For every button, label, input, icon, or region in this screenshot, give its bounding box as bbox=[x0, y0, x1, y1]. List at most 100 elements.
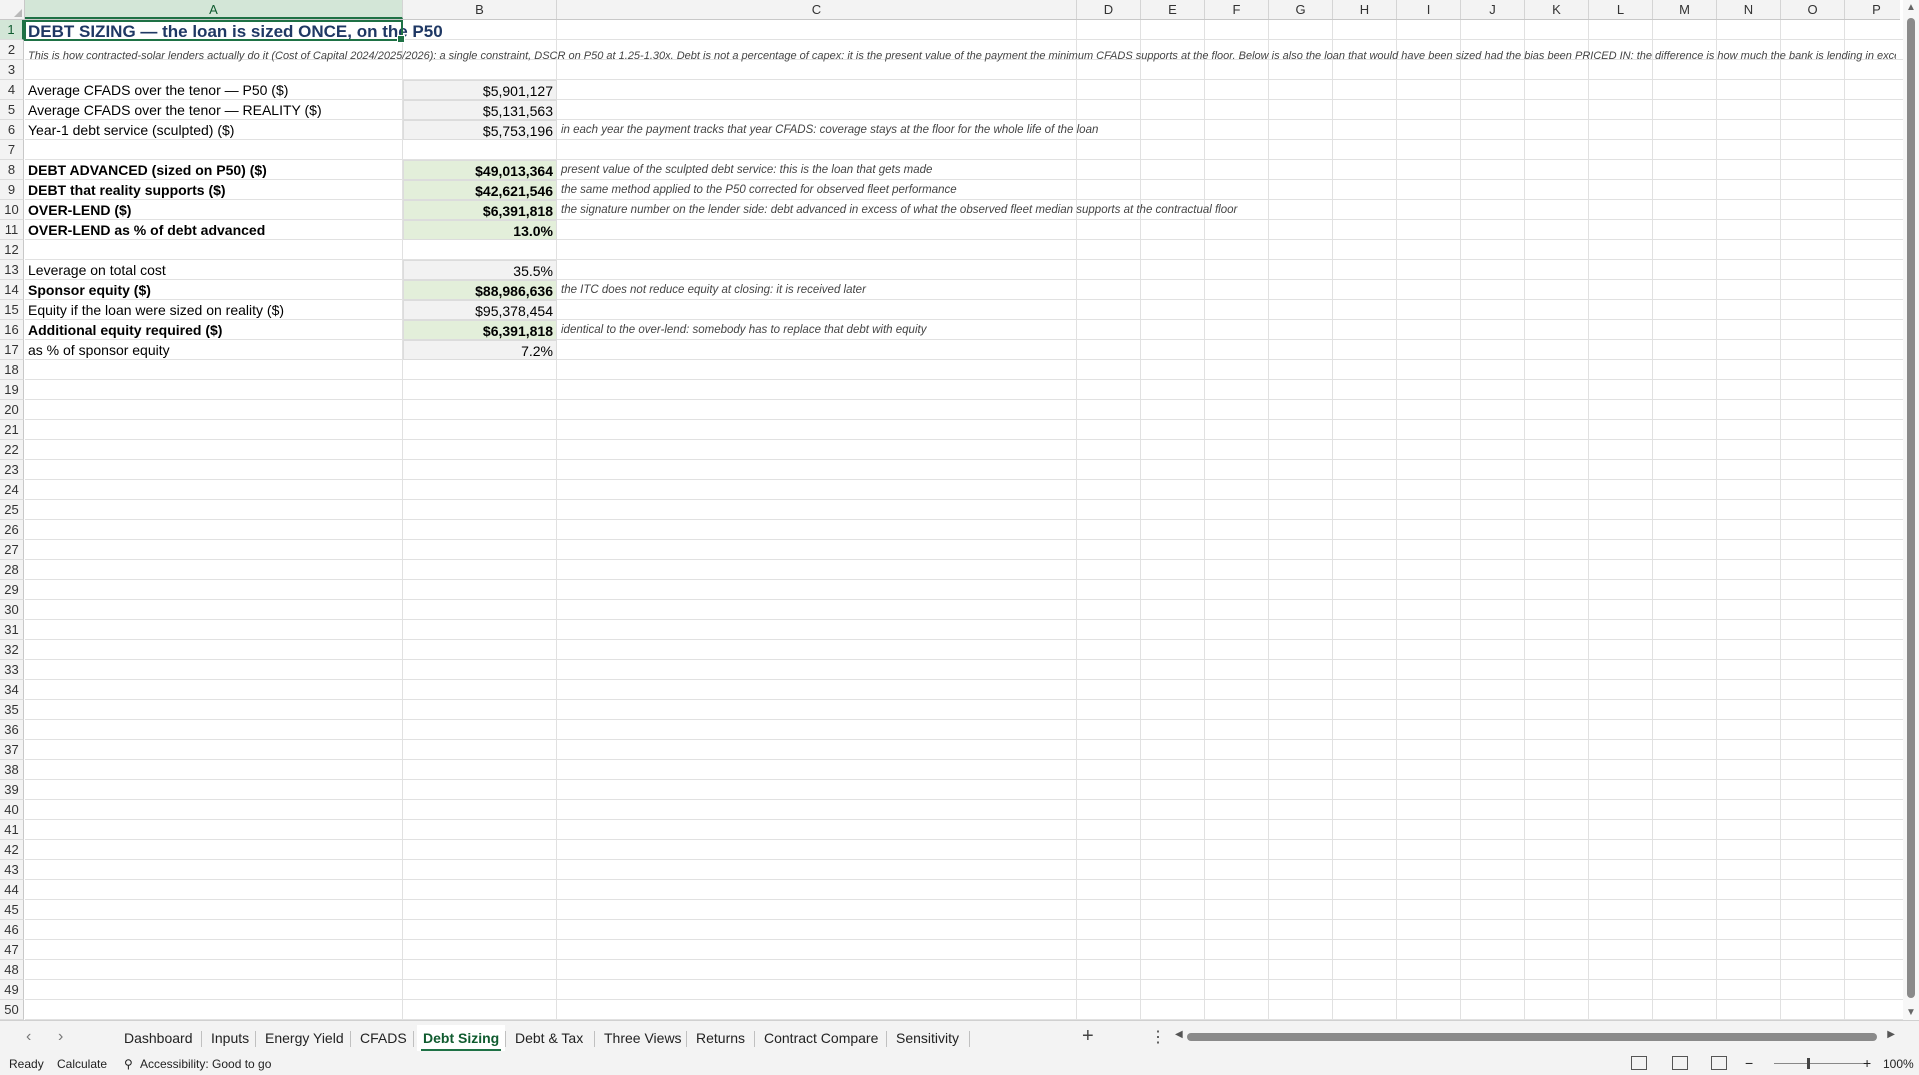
row-header-13[interactable]: 13 bbox=[0, 260, 24, 280]
row-header-18[interactable]: 18 bbox=[0, 360, 24, 380]
row-header-24[interactable]: 24 bbox=[0, 480, 24, 500]
scroll-left-icon[interactable]: ◀ bbox=[1175, 1029, 1183, 1040]
spreadsheet-area[interactable]: ABCDEFGHIJKLMNOP 1 2 3 4 5 6 7 8 9 10 11 12 13 14 15 16… bbox=[0, 0, 1919, 1020]
row-value[interactable]: $5,901,127 bbox=[403, 80, 557, 100]
row-header-22[interactable]: 22 bbox=[0, 440, 24, 460]
page-break-view-icon[interactable] bbox=[1711, 1056, 1727, 1070]
status-calculate[interactable]: Calculate bbox=[57, 1057, 107, 1071]
vertical-scroll-thumb[interactable] bbox=[1907, 18, 1915, 998]
row-header-33[interactable]: 33 bbox=[0, 660, 24, 680]
row-value[interactable]: 13.0% bbox=[403, 220, 557, 240]
row-note[interactable]: the ITC does not reduce equity at closin… bbox=[559, 280, 868, 300]
row-header-5[interactable]: 5 bbox=[0, 100, 24, 120]
row-note[interactable]: in each year the payment tracks that yea… bbox=[559, 120, 1100, 140]
row-value[interactable]: $95,378,454 bbox=[403, 300, 557, 320]
row-header-46[interactable]: 46 bbox=[0, 920, 24, 940]
row-label[interactable]: OVER-LEND as % of debt advanced bbox=[26, 220, 267, 240]
row-header-42[interactable]: 42 bbox=[0, 840, 24, 860]
sheet-tab-dashboard[interactable]: Dashboard bbox=[118, 1025, 199, 1051]
column-header-k[interactable]: K bbox=[1525, 0, 1589, 19]
row-note[interactable]: the same method applied to the P50 corre… bbox=[559, 180, 959, 200]
sheet-tab-debt-sizing[interactable]: Debt Sizing bbox=[417, 1025, 506, 1051]
column-header-n[interactable]: N bbox=[1717, 0, 1781, 19]
zoom-slider-track[interactable] bbox=[1774, 1063, 1864, 1064]
row-label[interactable]: Average CFADS over the tenor — P50 ($) bbox=[26, 80, 290, 100]
row-note[interactable]: identical to the over-lend: somebody has… bbox=[559, 320, 928, 340]
row-header-8[interactable]: 8 bbox=[0, 160, 24, 180]
column-header-f[interactable]: F bbox=[1205, 0, 1269, 19]
column-header-b[interactable]: B bbox=[403, 0, 557, 19]
normal-view-icon[interactable] bbox=[1631, 1056, 1647, 1070]
column-header-d[interactable]: D bbox=[1077, 0, 1141, 19]
row-header-41[interactable]: 41 bbox=[0, 820, 24, 840]
row-header-1[interactable]: 1 bbox=[0, 20, 24, 40]
column-header-m[interactable]: M bbox=[1653, 0, 1717, 19]
zoom-out-icon[interactable]: − bbox=[1745, 1055, 1753, 1071]
prev-sheet-icon[interactable]: ‹ bbox=[26, 1028, 31, 1046]
column-header-j[interactable]: J bbox=[1461, 0, 1525, 19]
row-header-16[interactable]: 16 bbox=[0, 320, 24, 340]
column-header-o[interactable]: O bbox=[1781, 0, 1845, 19]
row-label[interactable]: Additional equity required ($) bbox=[26, 320, 224, 340]
row-header-35[interactable]: 35 bbox=[0, 700, 24, 720]
horizontal-scrollbar[interactable]: ◀ ▶ bbox=[1175, 1029, 1895, 1042]
scroll-up-icon[interactable]: ▲ bbox=[1906, 2, 1916, 13]
zoom-slider-thumb[interactable] bbox=[1807, 1058, 1810, 1069]
row-note[interactable]: the signature number on the lender side:… bbox=[559, 200, 1239, 220]
sheet-tab-sensitivity[interactable]: Sensitivity bbox=[890, 1025, 965, 1051]
row-value[interactable]: $5,753,196 bbox=[403, 120, 557, 140]
column-header-c[interactable]: C bbox=[557, 0, 1077, 19]
row-header-19[interactable]: 19 bbox=[0, 380, 24, 400]
next-sheet-icon[interactable]: › bbox=[58, 1028, 63, 1046]
row-header-4[interactable]: 4 bbox=[0, 80, 24, 100]
row-header-43[interactable]: 43 bbox=[0, 860, 24, 880]
column-header-l[interactable]: L bbox=[1589, 0, 1653, 19]
row-header-12[interactable]: 12 bbox=[0, 240, 24, 260]
row-header-27[interactable]: 27 bbox=[0, 540, 24, 560]
row-header-28[interactable]: 28 bbox=[0, 560, 24, 580]
row-header-2[interactable]: 2 bbox=[0, 40, 24, 60]
row-header-29[interactable]: 29 bbox=[0, 580, 24, 600]
row-value[interactable]: $42,621,546 bbox=[403, 180, 557, 200]
row-header-15[interactable]: 15 bbox=[0, 300, 24, 320]
row-header-31[interactable]: 31 bbox=[0, 620, 24, 640]
sheet-tab-three-views[interactable]: Three Views bbox=[598, 1025, 688, 1051]
sheet-tab-contract-compare[interactable]: Contract Compare bbox=[758, 1025, 884, 1051]
sheet-tab-energy-yield[interactable]: Energy Yield bbox=[259, 1025, 350, 1051]
row-header-23[interactable]: 23 bbox=[0, 460, 24, 480]
zoom-in-icon[interactable]: + bbox=[1863, 1055, 1871, 1071]
row-value[interactable]: $6,391,818 bbox=[403, 320, 557, 340]
row-header-40[interactable]: 40 bbox=[0, 800, 24, 820]
column-header-h[interactable]: H bbox=[1333, 0, 1397, 19]
scroll-down-icon[interactable]: ▼ bbox=[1906, 1007, 1916, 1018]
sheet-tab-debt-tax[interactable]: Debt & Tax bbox=[509, 1025, 589, 1051]
row-header-32[interactable]: 32 bbox=[0, 640, 24, 660]
horizontal-scroll-thumb[interactable] bbox=[1187, 1033, 1877, 1041]
row-header-37[interactable]: 37 bbox=[0, 740, 24, 760]
row-header-17[interactable]: 17 bbox=[0, 340, 24, 360]
row-header-48[interactable]: 48 bbox=[0, 960, 24, 980]
row-header-26[interactable]: 26 bbox=[0, 520, 24, 540]
row-header-7[interactable]: 7 bbox=[0, 140, 24, 160]
row-header-50[interactable]: 50 bbox=[0, 1000, 24, 1020]
row-header-6[interactable]: 6 bbox=[0, 120, 24, 140]
select-all-corner[interactable] bbox=[0, 0, 25, 19]
page-layout-view-icon[interactable] bbox=[1672, 1056, 1688, 1070]
row-header-20[interactable]: 20 bbox=[0, 400, 24, 420]
row-header-44[interactable]: 44 bbox=[0, 880, 24, 900]
row-header-3[interactable]: 3 bbox=[0, 60, 24, 80]
row-label[interactable]: Sponsor equity ($) bbox=[26, 280, 153, 300]
vertical-scrollbar[interactable]: ▲ ▼ bbox=[1903, 0, 1919, 1020]
column-header-g[interactable]: G bbox=[1269, 0, 1333, 19]
row-header-39[interactable]: 39 bbox=[0, 780, 24, 800]
row-label[interactable]: DEBT that reality supports ($) bbox=[26, 180, 228, 200]
row-header-21[interactable]: 21 bbox=[0, 420, 24, 440]
scroll-right-icon[interactable]: ▶ bbox=[1887, 1029, 1895, 1040]
sheet-tab-cfads[interactable]: CFADS bbox=[354, 1025, 413, 1051]
row-value[interactable]: $88,986,636 bbox=[403, 280, 557, 300]
row-label[interactable]: DEBT ADVANCED (sized on P50) ($) bbox=[26, 160, 269, 180]
cell-grid[interactable] bbox=[25, 20, 1903, 1020]
sheet-tab-inputs[interactable]: Inputs bbox=[205, 1025, 255, 1051]
row-label[interactable]: Leverage on total cost bbox=[26, 260, 168, 280]
sheet-tab-returns[interactable]: Returns bbox=[690, 1025, 751, 1051]
